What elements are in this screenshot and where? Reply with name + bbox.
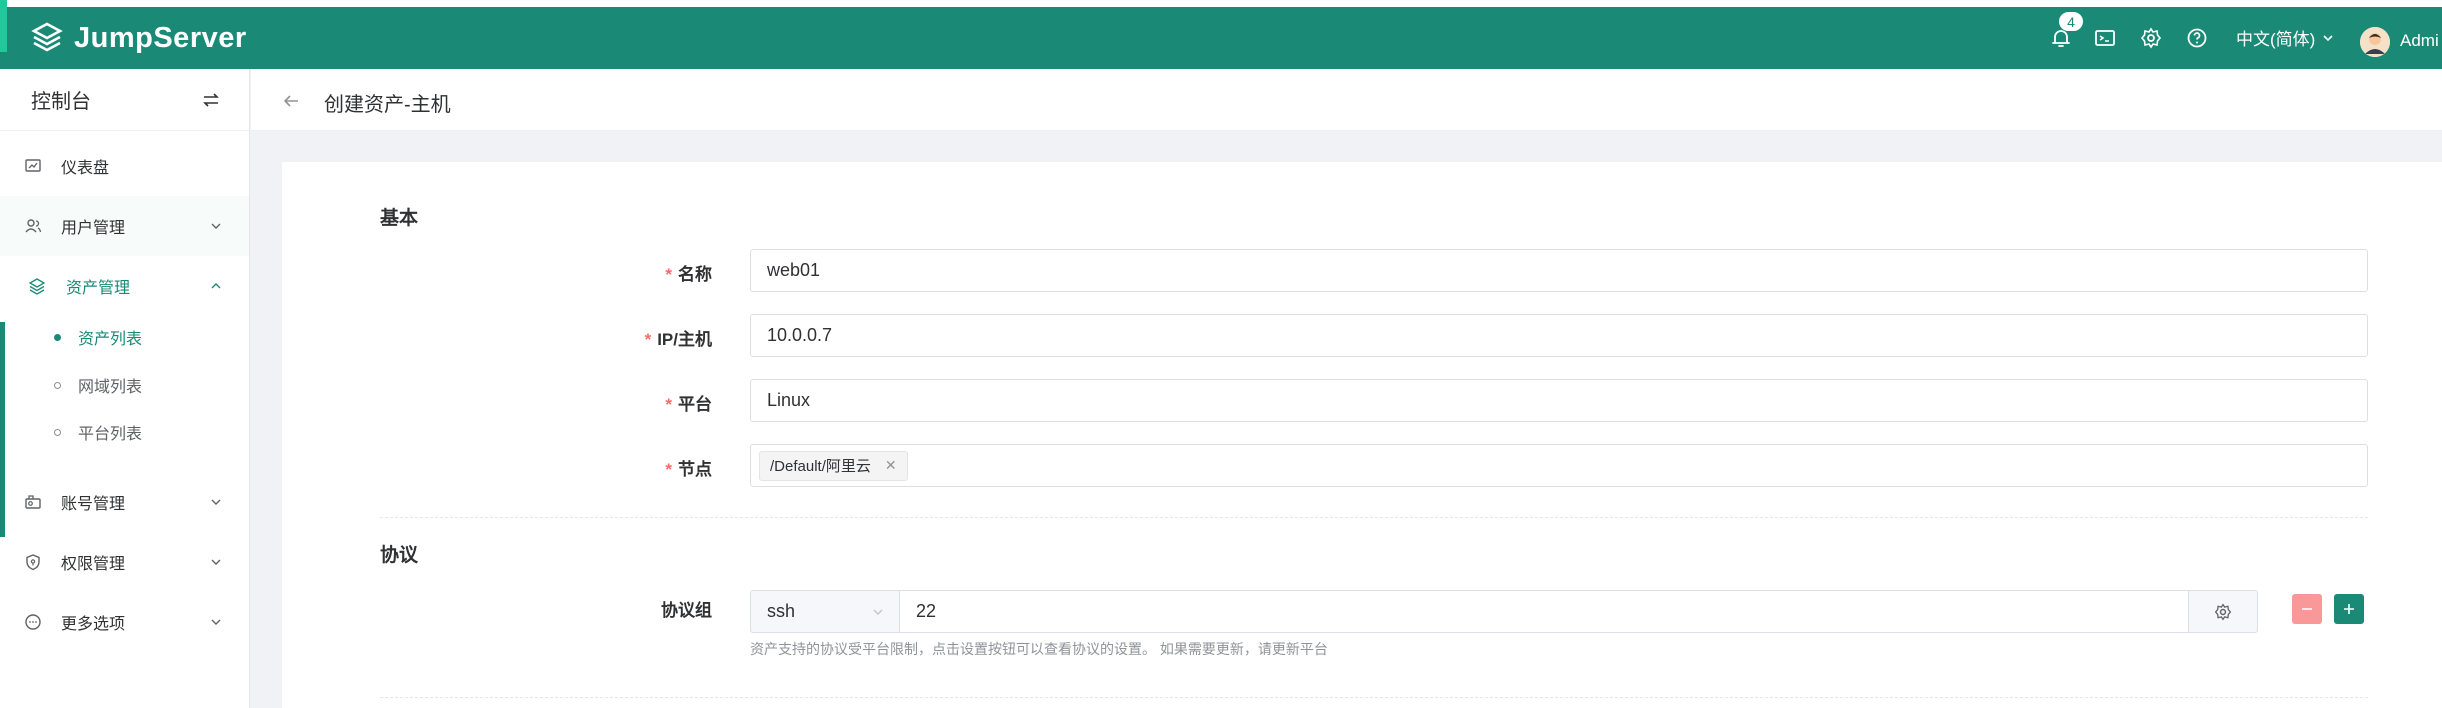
chevron-down-icon — [211, 619, 221, 625]
chevron-down-icon — [211, 499, 221, 505]
chevron-down-icon — [211, 559, 221, 565]
notification-badge: 4 — [2058, 11, 2084, 32]
sidebar: 控制台 仪表盘 用户管理 资产管理 资产列表 网域列表 平台列表 账号管理 权限… — [0, 69, 250, 708]
node-label-text: 节点 — [678, 460, 712, 479]
required-mark: * — [644, 330, 652, 349]
platform-label: * 平台 — [452, 390, 712, 415]
sidebar-item-label: 仪表盘 — [61, 160, 110, 177]
protocol-settings-button[interactable] — [2188, 590, 2258, 633]
protocol-select-value: ssh — [767, 601, 796, 621]
chevron-down-icon — [873, 609, 883, 615]
section-title-basic: 基本 — [380, 208, 419, 229]
jumpserver-logo-icon — [31, 22, 63, 52]
sidebar-subitem-domain-list[interactable]: 网域列表 — [0, 362, 249, 408]
active-dot — [54, 333, 61, 341]
node-tag: /Default/阿里云 ✕ — [759, 450, 908, 481]
section-title-protocol: 协议 — [380, 545, 419, 566]
assets-icon — [28, 278, 46, 295]
node-select[interactable]: /Default/阿里云 ✕ — [750, 444, 2368, 487]
bullet-dot — [54, 381, 61, 389]
sidebar-item-label: 账号管理 — [61, 496, 126, 513]
protocol-help-text: 资产支持的协议受平台限制，点击设置按钮可以查看协议的设置。 如果需要更新，请更新… — [750, 641, 1328, 657]
settings-gear-icon — [2214, 602, 2232, 621]
chevron-down-icon — [211, 223, 221, 229]
sidebar-subitem-asset-list[interactable]: 资产列表 — [0, 314, 249, 360]
sidebar-header: 控制台 — [0, 69, 249, 131]
sidebar-item-permissions[interactable]: 权限管理 — [0, 532, 249, 592]
required-mark: * — [665, 265, 672, 284]
remove-protocol-button[interactable] — [2292, 594, 2322, 624]
name-label: * 名称 — [452, 260, 712, 285]
platform-label-text: 平台 — [678, 395, 712, 414]
add-protocol-button[interactable] — [2334, 594, 2364, 624]
chevron-down-icon — [2323, 34, 2333, 41]
sidebar-item-assets[interactable]: 资产管理 — [0, 256, 249, 316]
shield-icon — [26, 554, 40, 571]
dashboard-icon — [25, 159, 41, 172]
accounts-icon — [25, 495, 41, 509]
sidebar-item-label: 更多选项 — [61, 616, 126, 633]
plus-icon — [2344, 604, 2354, 614]
name-label-text: 名称 — [678, 265, 712, 284]
protocol-select[interactable]: ssh — [750, 590, 900, 633]
top-bar: JumpServer 4 中文(简体) Admi — [0, 0, 2442, 69]
asset-form-card: 基本 * 名称 web01 * IP/主机 10.0.0.7 * 平台 Linux *… — [282, 162, 2442, 708]
ip-label: * IP/主机 — [452, 325, 712, 350]
name-input[interactable]: web01 — [750, 249, 2368, 292]
sidebar-item-label: 权限管理 — [61, 556, 126, 573]
sidebar-item-label: 资产管理 — [66, 280, 131, 297]
settings-gear-icon[interactable] — [2136, 23, 2166, 53]
more-options-icon — [25, 614, 41, 630]
chevron-up-icon — [211, 283, 221, 289]
sidebar-item-users[interactable]: 用户管理 — [0, 196, 249, 256]
sidebar-subitem-platform-list[interactable]: 平台列表 — [0, 409, 249, 455]
terminal-icon[interactable] — [2090, 23, 2120, 53]
ip-host-input[interactable]: 10.0.0.7 — [750, 314, 2368, 357]
sidebar-item-label: 用户管理 — [61, 220, 126, 237]
sidebar-item-more[interactable]: 更多选项 — [0, 592, 249, 652]
bullet-dot — [54, 428, 61, 436]
language-switcher[interactable]: 中文(简体) — [2236, 25, 2335, 50]
sidebar-subitem-label: 网域列表 — [78, 379, 143, 396]
required-mark: * — [665, 460, 672, 479]
top-accent — [0, 0, 7, 52]
user-avatar[interactable] — [2360, 27, 2390, 57]
back-arrow-icon[interactable] — [281, 91, 301, 111]
users-icon — [25, 219, 42, 233]
protocol-port-input[interactable]: 22 — [899, 590, 2189, 633]
language-label: 中文(简体) — [2236, 30, 2316, 49]
required-mark: * — [665, 395, 672, 414]
logo[interactable]: JumpServer — [30, 21, 247, 55]
minus-icon — [2302, 608, 2312, 610]
node-label: * 节点 — [452, 455, 712, 480]
user-name[interactable]: Admi — [2400, 31, 2439, 51]
platform-input[interactable]: Linux — [750, 379, 2368, 422]
sidebar-title: 控制台 — [31, 91, 91, 113]
section-divider — [380, 697, 2368, 698]
help-question-icon[interactable] — [2182, 23, 2212, 53]
tag-close-icon[interactable]: ✕ — [885, 457, 897, 474]
node-tag-label: /Default/阿里云 — [770, 458, 871, 475]
section-divider — [380, 517, 2368, 518]
page-header: 创建资产-主机 — [251, 69, 2442, 131]
logo-text: JumpServer — [74, 21, 247, 54]
protocol-group-label: 协议组 — [661, 601, 712, 620]
sidebar-subitem-label: 平台列表 — [78, 426, 143, 443]
switch-view-icon[interactable] — [201, 90, 221, 110]
sidebar-item-dashboard[interactable]: 仪表盘 — [0, 136, 249, 196]
protocol-row: ssh 22 — [750, 590, 2368, 633]
ip-label-text: IP/主机 — [657, 330, 712, 349]
sidebar-item-accounts[interactable]: 账号管理 — [0, 472, 249, 532]
page-title: 创建资产-主机 — [324, 94, 451, 116]
sidebar-subitem-label: 资产列表 — [78, 331, 143, 348]
